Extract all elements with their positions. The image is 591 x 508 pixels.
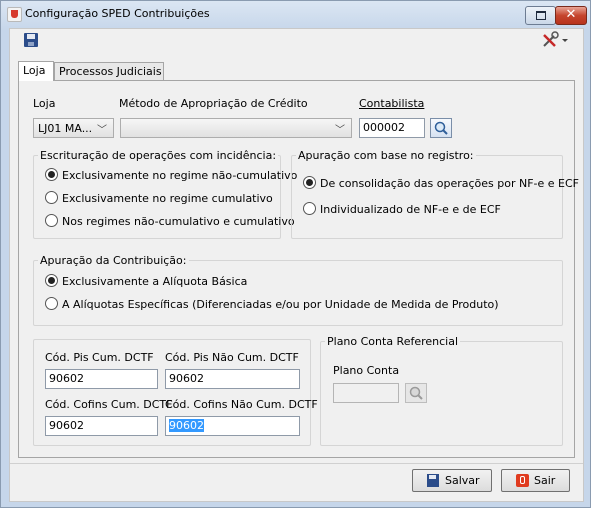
radio-selected-icon: [303, 176, 316, 189]
tab-loja[interactable]: Loja: [18, 61, 54, 81]
escrituracao-option-cumulativo[interactable]: Exclusivamente no regime cumulativo: [45, 191, 273, 205]
tools-icon[interactable]: [541, 31, 569, 49]
option-label: Exclusivamente a Alíquota Básica: [62, 275, 248, 288]
apuracao-contribuicao-option-basica[interactable]: Exclusivamente a Alíquota Básica: [45, 274, 247, 288]
close-button[interactable]: ✕: [555, 6, 587, 25]
pis-nao-cum-input[interactable]: 90602: [165, 369, 300, 389]
apuracao-registro-group: Apuração com base no registro:: [291, 149, 563, 239]
tab-panel-loja: Loja LJ01 MA... ﹀ Método de Apropriação …: [18, 80, 579, 458]
plano-conta-input[interactable]: [333, 383, 399, 403]
plano-conta-search-button[interactable]: [405, 383, 427, 403]
pis-cum-input[interactable]: 90602: [45, 369, 158, 389]
pis-nao-cum-label: Cód. Pis Não Cum. DCTF: [165, 351, 299, 364]
option-label: Exclusivamente no regime cumulativo: [62, 192, 273, 205]
tab-processos-judiciais[interactable]: Processos Judiciais: [54, 62, 164, 80]
exit-icon: [516, 474, 529, 487]
floppy-disk-icon: [427, 474, 439, 487]
magnifier-icon: [409, 386, 423, 400]
title-bar: Configuração SPED Contribuições ✕: [1, 1, 590, 27]
restore-icon: [536, 11, 546, 20]
restore-button[interactable]: [525, 6, 556, 25]
apuracao-contribuicao-group: Apuração da Contribuição:: [33, 254, 563, 326]
cofins-nao-cum-value: 90602: [169, 419, 204, 432]
cofins-nao-cum-input[interactable]: 90602: [165, 416, 300, 436]
plano-conta-ref-title: Plano Conta Referencial: [327, 335, 459, 348]
radio-icon: [45, 297, 58, 310]
pis-cum-label: Cód. Pis Cum. DCTF: [45, 351, 154, 364]
save-button[interactable]: Salvar: [412, 469, 492, 492]
escrituracao-option-nao-cumulativo[interactable]: Exclusivamente no regime não-cumulativo: [45, 168, 297, 182]
contabilista-search-button[interactable]: [430, 118, 452, 138]
escrituracao-option-ambos[interactable]: Nos regimes não-cumulativo e cumulativo: [45, 214, 295, 228]
loja-label: Loja: [33, 97, 56, 110]
app-window: Configuração SPED Contribuições ✕ Loja P…: [0, 0, 591, 508]
exit-button[interactable]: Sair: [501, 469, 570, 492]
apuracao-contribuicao-option-especificas[interactable]: A Alíquotas Específicas (Diferenciadas e…: [45, 297, 499, 311]
option-label: De consolidação das operações por NF-e e…: [320, 177, 580, 190]
close-icon: ✕: [565, 7, 577, 22]
save-button-label: Salvar: [445, 474, 480, 487]
footer-divider: [10, 463, 583, 464]
contabilista-link[interactable]: Contabilista: [359, 97, 424, 110]
magnifier-icon: [434, 121, 448, 135]
option-label: Nos regimes não-cumulativo e cumulativo: [62, 215, 295, 228]
radio-selected-icon: [45, 168, 58, 181]
chevron-down-icon: ﹀: [335, 125, 345, 136]
apuracao-registro-title: Apuração com base no registro:: [298, 149, 474, 162]
option-label: Individualizado de NF-e e de ECF: [320, 203, 501, 216]
app-cup-icon: [7, 7, 22, 22]
dialog-body: Loja Processos Judiciais Loja LJ01 MA...…: [9, 28, 584, 502]
option-label: A Alíquotas Específicas (Diferenciadas e…: [62, 298, 499, 311]
window-title: Configuração SPED Contribuições: [25, 7, 210, 20]
escrituracao-title: Escrituração de operações com incidência…: [40, 149, 277, 162]
metodo-label: Método de Apropriação de Crédito: [119, 97, 308, 110]
loja-select[interactable]: LJ01 MA... ﹀: [33, 118, 114, 138]
floppy-disk-icon[interactable]: [24, 33, 38, 47]
radio-icon: [45, 191, 58, 204]
chevron-down-icon: ﹀: [97, 125, 107, 136]
metodo-select[interactable]: ﹀: [120, 118, 352, 138]
radio-icon: [45, 214, 58, 227]
contabilista-input[interactable]: 000002: [359, 118, 425, 138]
exit-button-label: Sair: [534, 474, 556, 487]
option-label: Exclusivamente no regime não-cumulativo: [62, 169, 298, 182]
apuracao-contribuicao-title: Apuração da Contribuição:: [40, 254, 187, 267]
radio-selected-icon: [45, 274, 58, 287]
apuracao-registro-option-consolidacao[interactable]: De consolidação das operações por NF-e e…: [303, 176, 579, 190]
cofins-cum-input[interactable]: 90602: [45, 416, 158, 436]
loja-value: LJ01 MA...: [38, 122, 93, 135]
radio-icon: [303, 202, 316, 215]
plano-conta-label: Plano Conta: [333, 364, 400, 377]
cofins-nao-cum-label: Cód. Cofins Não Cum. DCTF: [165, 398, 318, 411]
apuracao-registro-option-individualizado[interactable]: Individualizado de NF-e e de ECF: [303, 202, 501, 216]
cofins-cum-label: Cód. Cofins Cum. DCTF: [45, 398, 173, 411]
